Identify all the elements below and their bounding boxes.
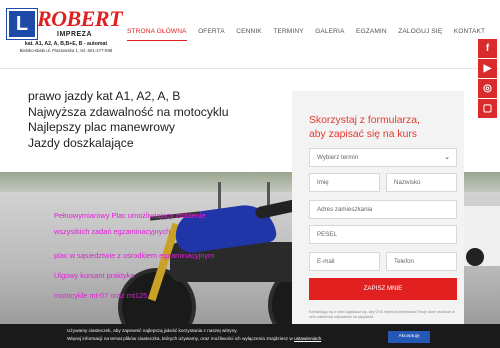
nav-item-gallery[interactable]: GALERIA (315, 27, 344, 41)
form-title-line: aby zapisać się na kurs (309, 129, 418, 140)
cookie-text-2: Więcej informacji na temat plików ciaste… (67, 336, 323, 341)
site-header: L ROBERT IMPREZA kat. A1, A2, A, B,B+E, … (0, 0, 500, 69)
photo-caption: Pełnowymiarowy Plac umożliwiający zrobie… (54, 211, 206, 220)
photo-caption: plac w sąsiedztwie z ośrodkiem egzaminac… (54, 251, 215, 260)
term-select[interactable]: Wybierz termin ⌄ (309, 148, 457, 167)
intro-text: prawo jazdy kat A1, A2, A, B Najwyższa z… (28, 89, 229, 151)
facebook-icon[interactable]: f (478, 39, 497, 58)
cookie-text-prefix: Więcej informacji na temat plików ciaste… (67, 336, 293, 341)
intro-line: Najwyższa zdawalność na motocyklu (28, 104, 229, 119)
chevron-down-icon: ⌄ (444, 154, 450, 161)
phone-input[interactable]: Telefon (386, 252, 457, 271)
driving-school-l-badge: L (6, 8, 38, 40)
intro-line: Jazdy doszkalające (28, 135, 134, 150)
logo-categories: kat. A1, A2, A, B,B+E, B - automat (24, 41, 108, 47)
cookie-period: . (321, 336, 323, 341)
cookie-settings-link[interactable]: ustawieniach (294, 336, 321, 341)
photo-caption: motocykle mt-07 oraz mt125 (54, 291, 148, 300)
pesel-input[interactable]: PESEL (309, 225, 457, 244)
form-title-line: Skorzystaj z formularza, (309, 115, 420, 126)
photo-caption: Ulgowy kursant praktyka (54, 271, 135, 280)
cookie-text: Używamy ciasteczek, aby zapewnić najleps… (67, 328, 238, 333)
form-title: Skorzystaj z formularza, aby zapisać się… (309, 114, 420, 142)
main-navigation: STRONA GŁÓWNA OFERTA CENNIK TERMINY GALE… (127, 27, 497, 41)
nav-item-exam[interactable]: EGZAMIN (356, 27, 387, 41)
photo-caption: wszystkich zadań egzaminacyjnych (54, 227, 171, 236)
first-name-input[interactable]: Imię (309, 173, 380, 192)
site-logo[interactable]: L ROBERT IMPREZA kat. A1, A2, A, B,B+E, … (5, 7, 127, 61)
logo-subtitle: IMPREZA (57, 31, 92, 38)
instagram-icon[interactable]: ◎ (478, 79, 497, 98)
social-extra-icon[interactable]: ▢ (478, 99, 497, 118)
logo-address: Bielsko-Biała ul. Piastowska 1, tel. 601… (19, 48, 113, 53)
submit-button[interactable]: ZAPISZ MNIE (309, 278, 457, 300)
nav-item-register[interactable]: ZALOGUJ SIĘ (398, 27, 442, 41)
logo-name: ROBERT (37, 6, 123, 31)
accept-cookies-button[interactable]: Akceptuję (388, 331, 430, 343)
address-input[interactable]: Adres zamieszkania (309, 200, 457, 219)
nav-item-schedule[interactable]: TERMINY (273, 27, 303, 41)
nav-item-home[interactable]: STRONA GŁÓWNA (127, 27, 187, 41)
last-name-input[interactable]: Nazwisko (386, 173, 457, 192)
form-fine-print: Kontaktując się z nami zgadzasz się, aby… (309, 310, 455, 319)
youtube-icon[interactable]: ▶ (478, 59, 497, 78)
intro-line: prawo jazdy kat A1, A2, A, B (28, 89, 181, 103)
term-select-value: Wybierz termin (317, 154, 359, 161)
email-input[interactable]: E-mail (309, 252, 380, 271)
nav-item-pricing[interactable]: CENNIK (236, 27, 262, 41)
intro-line: Najlepszy plac manewrowy (28, 120, 175, 134)
car-wheel (466, 248, 484, 266)
cookie-bar: Używamy ciasteczek, aby zapewnić najleps… (0, 324, 500, 348)
nav-item-offer[interactable]: OFERTA (198, 27, 225, 41)
